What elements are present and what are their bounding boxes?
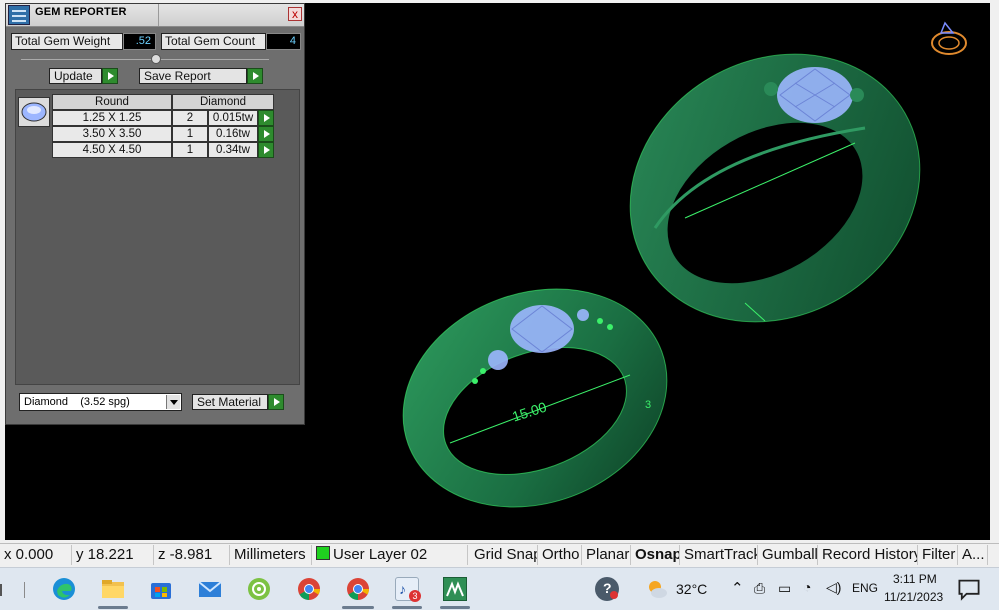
material-select[interactable]: Diamond (3.52 spg) xyxy=(19,393,182,411)
gem-reporter-app-icon xyxy=(8,5,30,25)
close-icon[interactable]: x xyxy=(288,7,302,21)
toggle-more[interactable]: A... xyxy=(958,545,988,565)
microsoft-store-icon[interactable] xyxy=(149,577,173,601)
table-header-material: Diamond xyxy=(172,94,274,110)
center-gem-lower xyxy=(510,305,574,353)
clock-time[interactable]: 3:11 PM xyxy=(893,572,937,586)
panel-titlebar[interactable]: GEM REPORTER x xyxy=(6,4,304,27)
mail-icon[interactable] xyxy=(198,577,222,601)
set-material-button[interactable]: Set Material xyxy=(192,394,268,410)
total-gem-count-label: Total Gem Count xyxy=(161,33,266,50)
layer-color-swatch xyxy=(316,546,330,560)
save-report-arrow-icon[interactable] xyxy=(247,68,263,84)
notifications-icon[interactable] xyxy=(957,577,981,601)
row1-weight: 0.015tw xyxy=(208,110,258,126)
row2-count: 1 xyxy=(172,126,208,142)
material-select-value: Diamond (3.52 spg) xyxy=(24,396,130,408)
chrome-profile-icon[interactable] xyxy=(346,577,370,601)
help-alert-dot xyxy=(610,591,618,599)
update-arrow-icon[interactable] xyxy=(102,68,118,84)
edge-icon[interactable] xyxy=(52,577,76,601)
status-z-coordinate: z -8.981 xyxy=(154,545,230,565)
row1-size: 1.25 X 1.25 xyxy=(52,110,172,126)
windows-taskbar: ♪ 3 ? 32°C ⌃ ⎙ ▭ ◔ ◁) ENG 3:11 PM 11/21/… xyxy=(0,567,999,610)
toggle-planar[interactable]: Planar xyxy=(582,545,631,565)
app-badge-icon[interactable]: ♪ 3 xyxy=(395,577,421,602)
language-indicator[interactable]: ENG xyxy=(852,581,878,595)
weather-icon[interactable] xyxy=(645,577,669,601)
toggle-osnap[interactable]: Osnap xyxy=(631,545,680,565)
svg-text:3: 3 xyxy=(645,399,651,411)
layer-name: User Layer 02 xyxy=(333,546,428,563)
panel-divider xyxy=(21,59,269,60)
panel-title: GEM REPORTER xyxy=(35,6,127,18)
meet-now-icon[interactable]: ⎙ xyxy=(754,580,765,597)
toggle-filter[interactable]: Filter xyxy=(918,545,958,565)
file-explorer-icon[interactable] xyxy=(101,577,125,601)
table-header-shape: Round xyxy=(52,94,172,110)
view-orientation-icon[interactable] xyxy=(931,21,967,55)
row2-size: 3.50 X 3.50 xyxy=(52,126,172,142)
row1-count: 2 xyxy=(172,110,208,126)
row3-size: 4.50 X 4.50 xyxy=(52,142,172,158)
status-y-coordinate: y 18.221 xyxy=(72,545,154,565)
window-edge xyxy=(990,0,999,543)
matrix-app-icon[interactable] xyxy=(443,577,467,601)
app-badge-glyph: ♪ xyxy=(399,581,406,597)
row3-count: 1 xyxy=(172,142,208,158)
update-button[interactable]: Update xyxy=(49,68,102,84)
taskbar-separator xyxy=(24,582,25,598)
weather-temperature[interactable]: 32°C xyxy=(676,581,707,597)
chevron-up-icon[interactable]: ⌃ xyxy=(731,579,744,597)
chrome-icon[interactable] xyxy=(297,577,321,601)
row2-select-arrow-icon[interactable] xyxy=(258,126,274,142)
status-x-coordinate: x 0.000 xyxy=(0,545,72,565)
set-material-arrow-icon[interactable] xyxy=(268,394,284,410)
clock-date[interactable]: 11/21/2023 xyxy=(884,590,943,604)
toggle-smarttrack[interactable]: SmartTrack xyxy=(680,545,758,565)
row3-select-arrow-icon[interactable] xyxy=(258,142,274,158)
wifi-icon[interactable]: ◔ xyxy=(803,579,811,595)
collapse-knob[interactable] xyxy=(151,54,161,64)
units-selector[interactable]: Millimeters xyxy=(230,545,312,565)
battery-icon[interactable]: ▭ xyxy=(778,580,791,597)
volume-icon[interactable]: ◁) xyxy=(826,579,841,596)
chevron-down-icon[interactable] xyxy=(166,395,180,409)
notification-badge: 3 xyxy=(409,590,421,602)
title-divider xyxy=(158,4,159,26)
save-report-button[interactable]: Save Report xyxy=(139,68,247,84)
toggle-gumball[interactable]: Gumball xyxy=(758,545,818,565)
gem-reporter-panel: GEM REPORTER x Total Gem Weight .52 Tota… xyxy=(5,3,305,425)
ring-lower: 15.00 3 xyxy=(402,288,668,508)
total-gem-weight-value: .52 xyxy=(123,33,156,50)
round-gem-thumbnail-icon[interactable] xyxy=(18,97,50,127)
app-green-icon[interactable] xyxy=(247,577,271,601)
toggle-ortho[interactable]: Ortho xyxy=(538,545,582,565)
row3-weight: 0.34tw xyxy=(208,142,258,158)
total-gem-weight-label: Total Gem Weight xyxy=(11,33,123,50)
layer-selector[interactable]: User Layer 02 xyxy=(312,545,468,565)
row1-select-arrow-icon[interactable] xyxy=(258,110,274,126)
toggle-grid-snap[interactable]: Grid Snap xyxy=(470,545,538,565)
row2-weight: 0.16tw xyxy=(208,126,258,142)
help-icon[interactable]: ? xyxy=(595,577,619,601)
toggle-record-history[interactable]: Record History xyxy=(818,545,918,565)
taskbar-left-edge xyxy=(0,584,10,596)
total-gem-count-value: 4 xyxy=(266,33,301,50)
status-bar: x 0.000 y 18.221 z -8.981 Millimeters Us… xyxy=(0,543,999,566)
